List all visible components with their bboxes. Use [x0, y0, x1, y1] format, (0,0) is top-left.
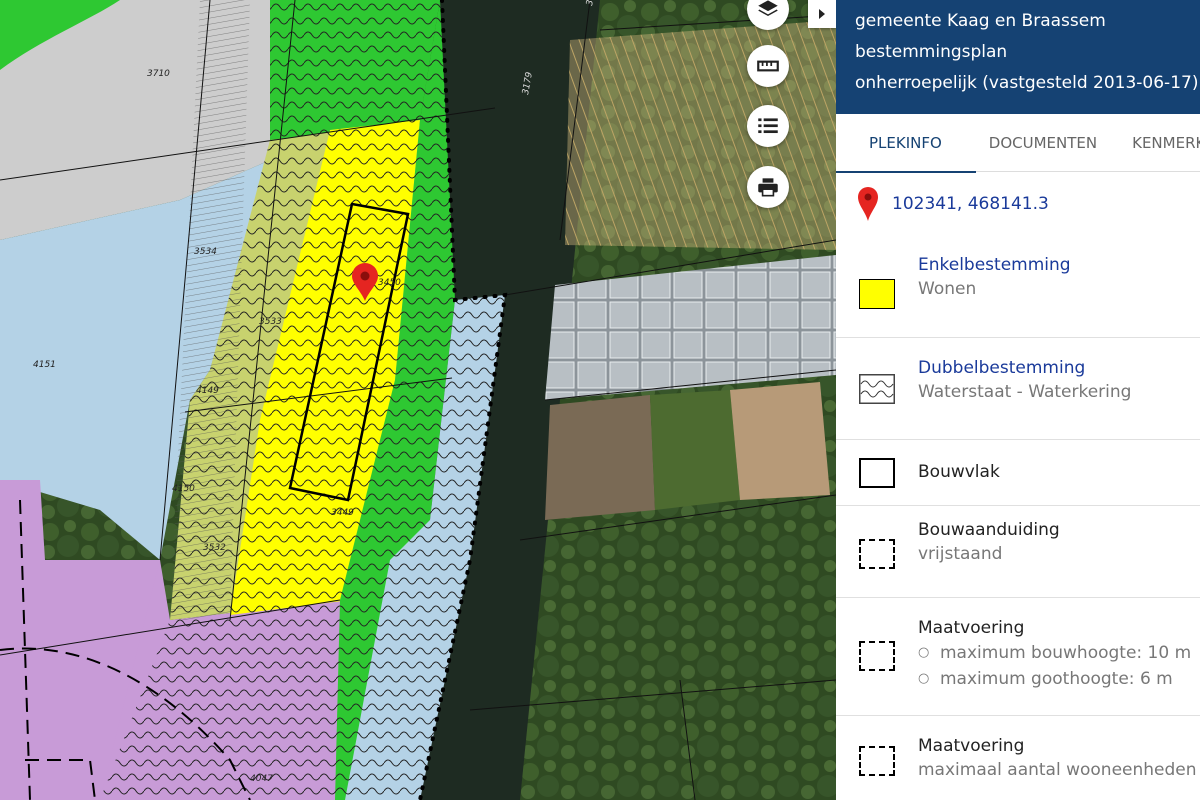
- maatvoering-list: maximum bouwhoogte: 10 m maximum goothoo…: [918, 640, 1191, 692]
- parcel-label: 4047: [250, 774, 273, 784]
- yellow-swatch-icon: [859, 279, 895, 309]
- legend-item-bouwaanduiding: Bouwaanduiding vrijstaand: [836, 506, 1200, 598]
- collapse-panel-button[interactable]: [808, 0, 836, 28]
- plan-status: onherroepelijk (vastgesteld 2013-06-17): [855, 73, 1199, 93]
- dashed-outline-icon: [859, 539, 895, 569]
- legend-subtitle: vrijstaand: [918, 544, 1003, 564]
- map-canvas[interactable]: 3710 3534 3533 4151 4149 4150 3532 3450 …: [0, 0, 836, 800]
- list-item: maximum goothoogte: 6 m: [918, 666, 1191, 692]
- legend-item-enkelbestemming: Enkelbestemming Wonen: [836, 236, 1200, 338]
- parcel-label: 3534: [194, 247, 217, 257]
- panel-header: gemeente Kaag en Braassem bestemmingspla…: [836, 0, 1200, 114]
- legend-title: Maatvoering: [918, 618, 1025, 638]
- panel-tabs: PLEKINFO DOCUMENTEN KENMERKEN: [836, 114, 1200, 173]
- coordinate-row: 102341, 468141.3: [836, 172, 1200, 236]
- layers-icon: [758, 0, 778, 17]
- map-view[interactable]: 3710 3534 3533 4151 4149 4150 3532 3450 …: [0, 0, 836, 800]
- parcel-label: 4149: [196, 386, 219, 396]
- parcel-label: 3450: [378, 278, 401, 288]
- plan-type: bestemmingsplan: [855, 42, 1008, 62]
- tab-kenmerken[interactable]: KENMERKEN: [1132, 114, 1200, 172]
- legend-subtitle: Waterstaat - Waterkering: [918, 382, 1132, 402]
- legend-item-maatvoering-2: Maatvoering maximaal aantal wooneenheden: [836, 716, 1200, 800]
- coordinates-text: 102341, 468141.3: [892, 194, 1049, 214]
- legend-list-button[interactable]: [747, 105, 789, 147]
- parcel-label: 3710: [147, 69, 170, 79]
- legend-item-maatvoering: Maatvoering maximum bouwhoogte: 10 m max…: [836, 598, 1200, 716]
- parcel-label: 4150: [172, 484, 195, 494]
- dashed-outline-icon: [859, 641, 895, 671]
- parcel-label: 3532: [203, 543, 226, 553]
- location-pin-icon: [858, 187, 878, 221]
- ruler-icon: [757, 60, 779, 72]
- parcel-label: 3533: [259, 317, 282, 327]
- municipality-name: gemeente Kaag en Braassem: [855, 11, 1106, 31]
- info-panel: gemeente Kaag en Braassem bestemmingspla…: [836, 0, 1200, 800]
- legend-item-dubbelbestemming: Dubbelbestemming Waterstaat - Waterkerin…: [836, 338, 1200, 440]
- wave-pattern-icon: [859, 374, 895, 404]
- list-item: maximum bouwhoogte: 10 m: [918, 640, 1191, 666]
- tab-plekinfo[interactable]: PLEKINFO: [836, 114, 976, 173]
- plot-green: [650, 390, 740, 510]
- plot-sand: [730, 382, 830, 500]
- chevron-right-icon: [819, 9, 825, 19]
- legend-title-link[interactable]: Dubbelbestemming: [918, 356, 1131, 380]
- legend-subtitle: maximaal aantal wooneenheden: [918, 760, 1197, 780]
- print-icon: [758, 178, 778, 197]
- measure-button[interactable]: [747, 45, 789, 87]
- parcel-label: 4151: [33, 360, 56, 370]
- legend-subtitle: Wonen: [918, 279, 977, 299]
- tab-documenten[interactable]: DOCUMENTEN: [989, 114, 1097, 172]
- solid-outline-icon: [859, 458, 895, 488]
- list-icon: [758, 118, 778, 134]
- plot-bare: [545, 395, 655, 520]
- dashed-outline-icon: [859, 746, 895, 776]
- legend-title: Bouwvlak: [918, 462, 1000, 482]
- legend-item-bouwvlak: Bouwvlak: [836, 440, 1200, 506]
- legend-title: Maatvoering: [918, 736, 1025, 756]
- print-button[interactable]: [747, 166, 789, 208]
- parcel-label: 3: [585, 0, 596, 7]
- legend-title-link[interactable]: Enkelbestemming: [918, 253, 1071, 277]
- legend-title: Bouwaanduiding: [918, 520, 1060, 540]
- parcel-label: 3449: [331, 508, 354, 518]
